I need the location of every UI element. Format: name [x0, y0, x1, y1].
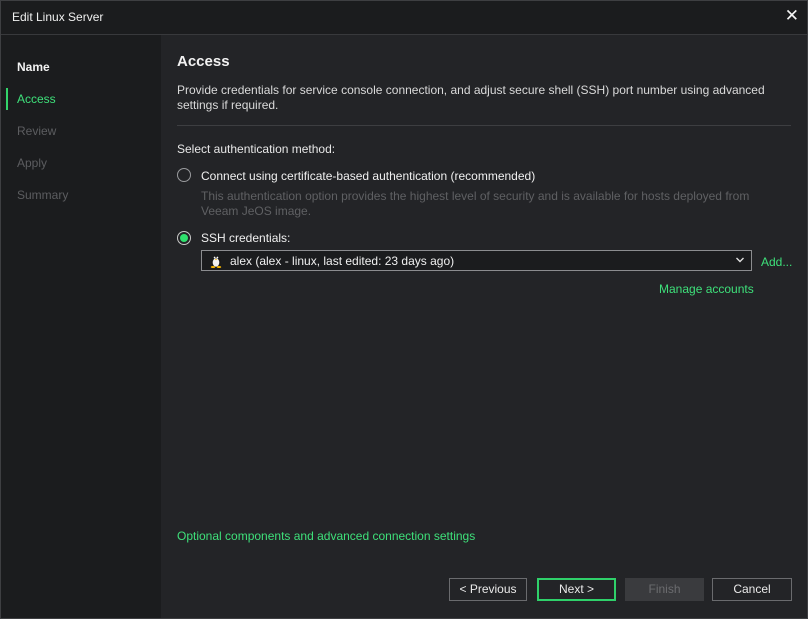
certificate-auth-label[interactable]: Connect using certificate-based authenti…: [201, 169, 535, 183]
ssh-credentials-radio[interactable]: [177, 231, 191, 245]
page-title: Access: [177, 53, 230, 70]
ssh-credentials-label[interactable]: SSH credentials:: [201, 231, 290, 245]
credentials-dropdown[interactable]: alex (alex - linux, last edited: 23 days…: [201, 250, 752, 271]
certificate-auth-radio[interactable]: [177, 168, 191, 182]
edit-linux-server-dialog: Edit Linux Server ✕ Name Access Review A…: [0, 0, 808, 619]
title-bar: Edit Linux Server ✕: [1, 1, 807, 35]
selected-credential: alex (alex - linux, last edited: 23 days…: [230, 254, 455, 268]
cancel-button[interactable]: Cancel: [712, 578, 792, 601]
window-title: Edit Linux Server: [12, 10, 104, 24]
step-access[interactable]: Access: [17, 92, 56, 106]
step-summary: Summary: [17, 188, 69, 202]
advanced-settings-link[interactable]: Optional components and advanced connect…: [177, 529, 475, 543]
step-review: Review: [17, 124, 57, 138]
step-apply: Apply: [17, 156, 48, 170]
wizard-steps-sidebar: Name Access Review Apply Summary: [1, 35, 161, 618]
page-description: Provide credentials for service console …: [177, 83, 765, 112]
close-icon[interactable]: ✕: [785, 5, 799, 27]
manage-accounts-link[interactable]: Manage accounts: [659, 282, 754, 296]
header-divider: [177, 125, 791, 126]
previous-button[interactable]: < Previous: [449, 578, 527, 601]
add-credential-link[interactable]: Add...: [761, 255, 792, 269]
finish-button: Finish: [625, 578, 704, 601]
next-button[interactable]: Next >: [537, 578, 616, 601]
linux-penguin-icon: [210, 255, 222, 268]
auth-method-label: Select authentication method:: [177, 142, 336, 156]
access-page: Access Provide credentials for service c…: [161, 35, 807, 618]
active-step-indicator: [6, 88, 8, 110]
chevron-down-icon: [736, 257, 744, 263]
step-name[interactable]: Name: [17, 60, 50, 74]
certificate-auth-description: This authentication option provides the …: [201, 189, 750, 218]
